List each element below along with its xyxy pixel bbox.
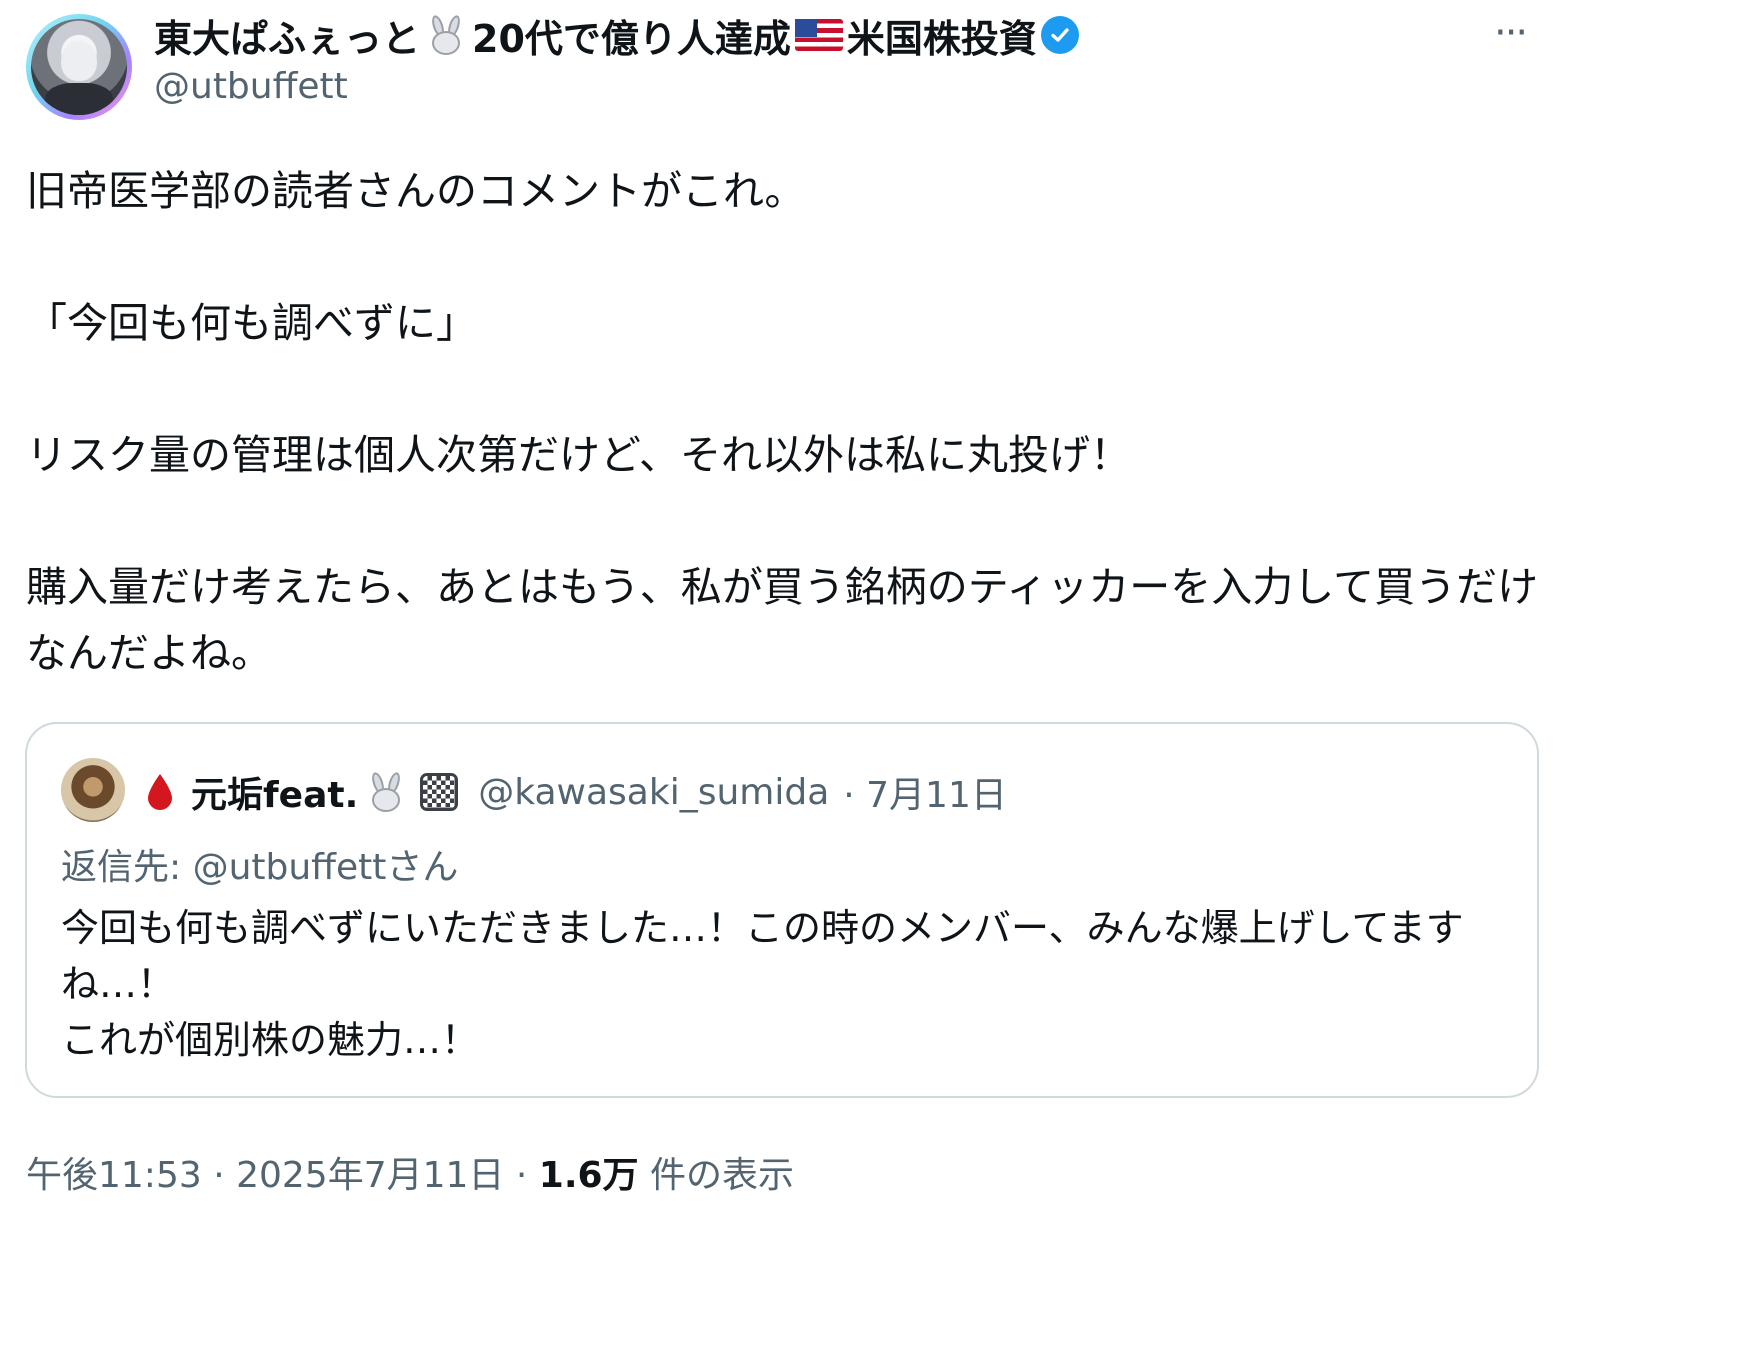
- more-options-button[interactable]: ···: [1494, 10, 1528, 56]
- tweet-text: 旧帝医学部の読者さんのコメントがこれ。 「今回も何も調べずに」 リスク量の管理は…: [26, 158, 1546, 686]
- meta-separator: ·: [201, 1155, 237, 1196]
- rabbit-icon: [424, 13, 468, 57]
- tweet-meta: 午後11:53 · 2025年7月11日 · 1.6万 件の表示: [26, 1146, 794, 1198]
- tweet-paragraph: 旧帝医学部の読者さんのコメントがこれ。: [26, 167, 806, 215]
- author-name-middle[interactable]: 20代で億り人達成: [472, 8, 791, 63]
- rabbit-icon: [364, 770, 408, 814]
- author-avatar[interactable]: [26, 14, 132, 120]
- quoted-author-avatar[interactable]: [61, 758, 125, 822]
- quoted-tweet-text: 今回も何も調べずにいただきました…！この時のメンバー、みんな爆上げしてますね…！…: [61, 900, 1511, 1068]
- anime-avatar-icon: [31, 19, 127, 115]
- quoted-author-name[interactable]: 元垢feat.: [191, 766, 358, 818]
- quoted-tweet[interactable]: 元垢feat. @kawasaki_sumida · 7月11日 返信先: @u…: [25, 722, 1539, 1098]
- meta-separator: ·: [504, 1155, 539, 1196]
- post-date[interactable]: 2025年7月11日: [236, 1155, 504, 1196]
- view-count[interactable]: 1.6万: [539, 1155, 639, 1196]
- post-time[interactable]: 午後11:53: [26, 1155, 202, 1196]
- blood-drop-icon: [148, 774, 172, 810]
- quoted-author-handle[interactable]: @kawasaki_sumida: [478, 772, 829, 813]
- tweet-paragraph: 「今回も何も調べずに」: [26, 299, 477, 347]
- author-name-suffix[interactable]: 米国株投資: [847, 8, 1037, 63]
- quoted-tweet-header: 元垢feat. @kawasaki_sumida · 7月11日: [145, 764, 1007, 820]
- tweet: 東大ぱふぇっと 20代で億り人達成 米国株投資 @utbuffett ··· 旧…: [0, 0, 1755, 1368]
- tweet-paragraph: リスク量の管理は個人次第だけど、それ以外は私に丸投げ！: [26, 431, 1131, 479]
- author-display-name[interactable]: 東大ぱふぇっと: [154, 8, 420, 63]
- author-name-row[interactable]: 東大ぱふぇっと 20代で億り人達成 米国株投資: [154, 8, 1079, 63]
- verified-badge-icon[interactable]: [1040, 16, 1079, 54]
- author-handle[interactable]: @utbuffett: [154, 66, 348, 107]
- quoted-text-line: 今回も何も調べずにいただきました…！この時のメンバー、みんな爆上げしてますね…！: [61, 906, 1464, 1006]
- view-label: 件の表示: [638, 1155, 795, 1196]
- us-flag-icon: [794, 19, 843, 51]
- checkered-square-icon: [420, 773, 459, 811]
- quoted-tweet-date[interactable]: · 7月11日: [843, 766, 1007, 818]
- quoted-text-line: これが個別株の魅力…！: [61, 1018, 480, 1062]
- tweet-paragraph: 購入量だけ考えたら、あとはもう、私が買う銘柄のティッカーを入力して買うだけなんだ…: [26, 563, 1539, 677]
- quoted-reply-to: 返信先: @utbuffettさん: [61, 847, 459, 888]
